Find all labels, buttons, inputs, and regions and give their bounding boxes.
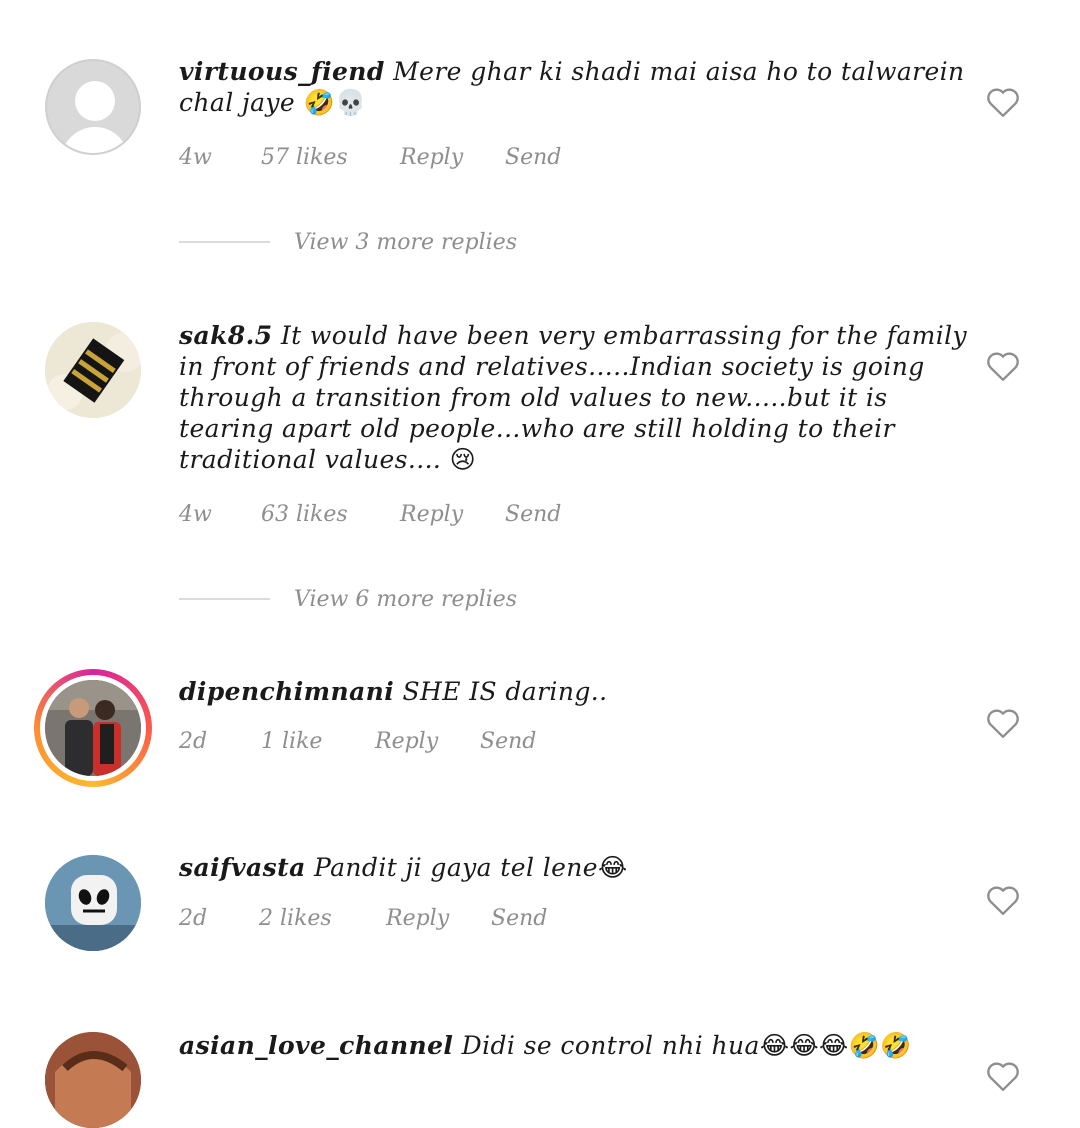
likes-count[interactable]: 1 like	[261, 729, 375, 754]
heart-icon[interactable]	[985, 350, 1021, 382]
comment-body: Pandit ji gaya tel lene	[314, 853, 598, 882]
comment-text: dipenchimnani SHE IS daring..	[179, 676, 969, 707]
divider	[179, 241, 270, 243]
comment-meta: 4w 57 likes Reply Send	[179, 145, 561, 170]
comment-time: 2d	[179, 729, 208, 754]
comment-body: It would have been very embarrassing for…	[179, 321, 968, 474]
avatar-image	[45, 1032, 141, 1128]
comment-meta: 2d 1 like Reply Send	[179, 729, 536, 754]
avatar-image	[45, 855, 141, 951]
divider	[179, 598, 270, 600]
send-button[interactable]: Send	[505, 145, 561, 170]
view-replies[interactable]: View 3 more replies	[179, 227, 517, 257]
avatar[interactable]	[45, 322, 141, 418]
view-replies-label[interactable]: View 6 more replies	[294, 587, 517, 612]
view-replies-label[interactable]: View 3 more replies	[294, 230, 517, 255]
comment-meta: 2d 2 likes Reply Send	[179, 906, 547, 931]
comment-username[interactable]: sak8.5	[179, 321, 273, 350]
avatar-image	[45, 322, 141, 418]
comment-emojis: 😂😂😂🤣🤣	[759, 1031, 912, 1060]
comment-text: saifvasta Pandit ji gaya tel lene😂	[179, 852, 969, 883]
reply-button[interactable]: Reply	[386, 906, 491, 931]
likes-count[interactable]: 57 likes	[261, 145, 400, 170]
default-avatar-icon[interactable]	[45, 59, 141, 155]
comment-body: SHE IS daring..	[402, 677, 608, 706]
view-replies[interactable]: View 6 more replies	[179, 584, 517, 614]
heart-icon[interactable]	[985, 707, 1021, 739]
avatar-image	[45, 680, 141, 776]
comment-emojis: 😂	[597, 853, 628, 882]
avatar[interactable]	[45, 855, 141, 951]
heart-icon[interactable]	[985, 884, 1021, 916]
reply-button[interactable]: Reply	[375, 729, 480, 754]
comment-text: asian_love_channel Didi se control nhi h…	[179, 1030, 969, 1061]
comment-username[interactable]: virtuous_fiend	[179, 57, 385, 86]
comment-username[interactable]: asian_love_channel	[179, 1031, 453, 1060]
avatar[interactable]	[45, 1032, 141, 1128]
heart-icon[interactable]	[985, 86, 1021, 118]
story-ring[interactable]	[34, 669, 152, 787]
likes-count[interactable]: 2 likes	[259, 906, 386, 931]
comment-emojis: 🤣💀	[303, 88, 367, 117]
send-button[interactable]: Send	[505, 502, 561, 527]
comment-meta: 4w 63 likes Reply Send	[179, 502, 561, 527]
reply-button[interactable]: Reply	[400, 145, 505, 170]
comment-time: 4w	[179, 145, 212, 170]
send-button[interactable]: Send	[480, 729, 536, 754]
comment-body: Didi se control nhi hua	[461, 1031, 760, 1060]
comment-time: 2d	[179, 906, 208, 931]
heart-icon[interactable]	[985, 1060, 1021, 1092]
comment-time: 4w	[179, 502, 212, 527]
send-button[interactable]: Send	[491, 906, 547, 931]
comment-text: sak8.5 It would have been very embarrass…	[179, 320, 969, 475]
comment-username[interactable]: dipenchimnani	[179, 677, 394, 706]
comment-text: virtuous_fiend Mere ghar ki shadi mai ai…	[179, 56, 969, 118]
likes-count[interactable]: 63 likes	[261, 502, 400, 527]
avatar	[45, 680, 141, 776]
comment-username[interactable]: saifvasta	[179, 853, 306, 882]
reply-button[interactable]: Reply	[400, 502, 505, 527]
comment-emojis: 😢	[449, 445, 477, 474]
